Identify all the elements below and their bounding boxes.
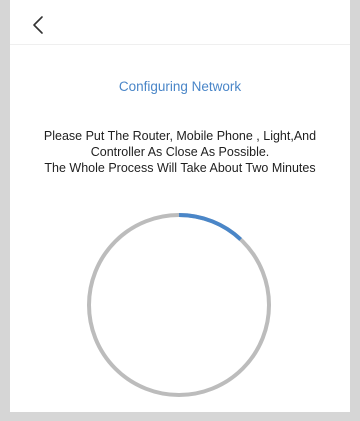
instruction-line-3: The Whole Process Will Take About Two Mi… [44,161,316,175]
page-title: Configuring Network [118,79,242,94]
instruction-line-1: Please Put The Router, Mobile Phone , Li… [43,129,317,143]
back-button[interactable] [28,14,50,36]
chevron-left-icon [33,16,43,34]
top-bar [10,0,350,45]
app-screen: Configuring Network Please Put The Route… [10,0,350,412]
progress-track [87,213,271,397]
instruction-text: Please Put The Router, Mobile Phone , Li… [10,128,350,176]
progress-ring [87,213,271,397]
instruction-line-2: Controller As Close As Possible. [90,145,270,159]
